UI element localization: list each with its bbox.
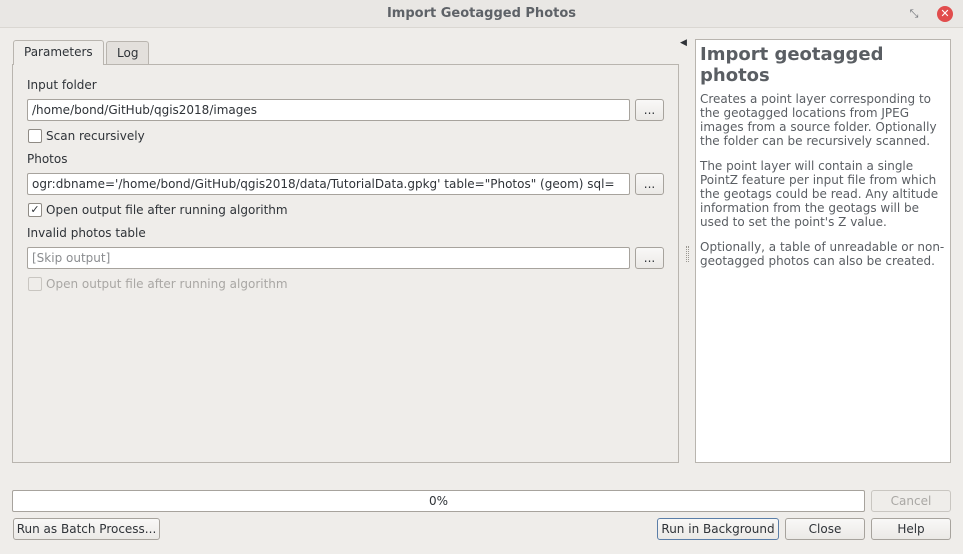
splitter-handle[interactable] <box>686 246 689 262</box>
close-button[interactable]: Close <box>785 518 865 540</box>
open-output2-checkbox <box>28 277 42 291</box>
tab-log[interactable]: Log <box>106 41 150 64</box>
help-paragraph: Optionally, a table of unreadable or non… <box>700 240 945 268</box>
scan-recursively-checkbox[interactable] <box>28 129 42 143</box>
restore-icon[interactable]: ⤡ <box>906 6 922 22</box>
tab-parameters[interactable]: Parameters <box>13 40 104 65</box>
cancel-button[interactable]: Cancel <box>871 490 951 512</box>
photos-browse-button[interactable]: ... <box>635 173 664 195</box>
open-output-checkbox[interactable]: ✓ <box>28 203 42 217</box>
help-paragraph: The point layer will contain a single Po… <box>700 159 939 229</box>
close-window-icon[interactable]: ✕ <box>937 6 953 22</box>
help-panel: Import geotagged photos Creates a point … <box>695 39 951 463</box>
help-title: Import geotagged photos <box>700 44 884 86</box>
run-background-button[interactable]: Run in Background <box>657 518 779 540</box>
invalid-photos-label: Invalid photos table <box>27 226 146 240</box>
parameters-panel: Input folder /home/bond/GitHub/qgis2018/… <box>12 64 679 463</box>
invalid-photos-field[interactable]: [Skip output] <box>27 247 630 269</box>
progress-bar: 0% <box>12 490 865 512</box>
collapse-arrow-icon[interactable]: ◀ <box>680 38 688 50</box>
help-button[interactable]: Help <box>871 518 951 540</box>
open-output-label: Open output file after running algorithm <box>46 203 288 217</box>
photos-output-field[interactable]: ogr:dbname='/home/bond/GitHub/qgis2018/d… <box>27 173 630 195</box>
title-bar: Import Geotagged Photos ⤡ ✕ <box>0 0 963 28</box>
run-batch-button[interactable]: Run as Batch Process... <box>13 518 160 540</box>
help-paragraph: Creates a point layer corresponding to t… <box>700 92 937 148</box>
open-output2-label: Open output file after running algorithm <box>46 277 288 291</box>
invalid-photos-browse-button[interactable]: ... <box>635 247 664 269</box>
input-folder-browse-button[interactable]: ... <box>635 99 664 121</box>
photos-label: Photos <box>27 152 68 166</box>
scan-recursively-label: Scan recursively <box>46 129 145 143</box>
input-folder-label: Input folder <box>27 78 97 92</box>
input-folder-field[interactable]: /home/bond/GitHub/qgis2018/images <box>27 99 630 121</box>
window-title: Import Geotagged Photos <box>386 6 577 21</box>
progress-text: 0% <box>428 494 449 508</box>
